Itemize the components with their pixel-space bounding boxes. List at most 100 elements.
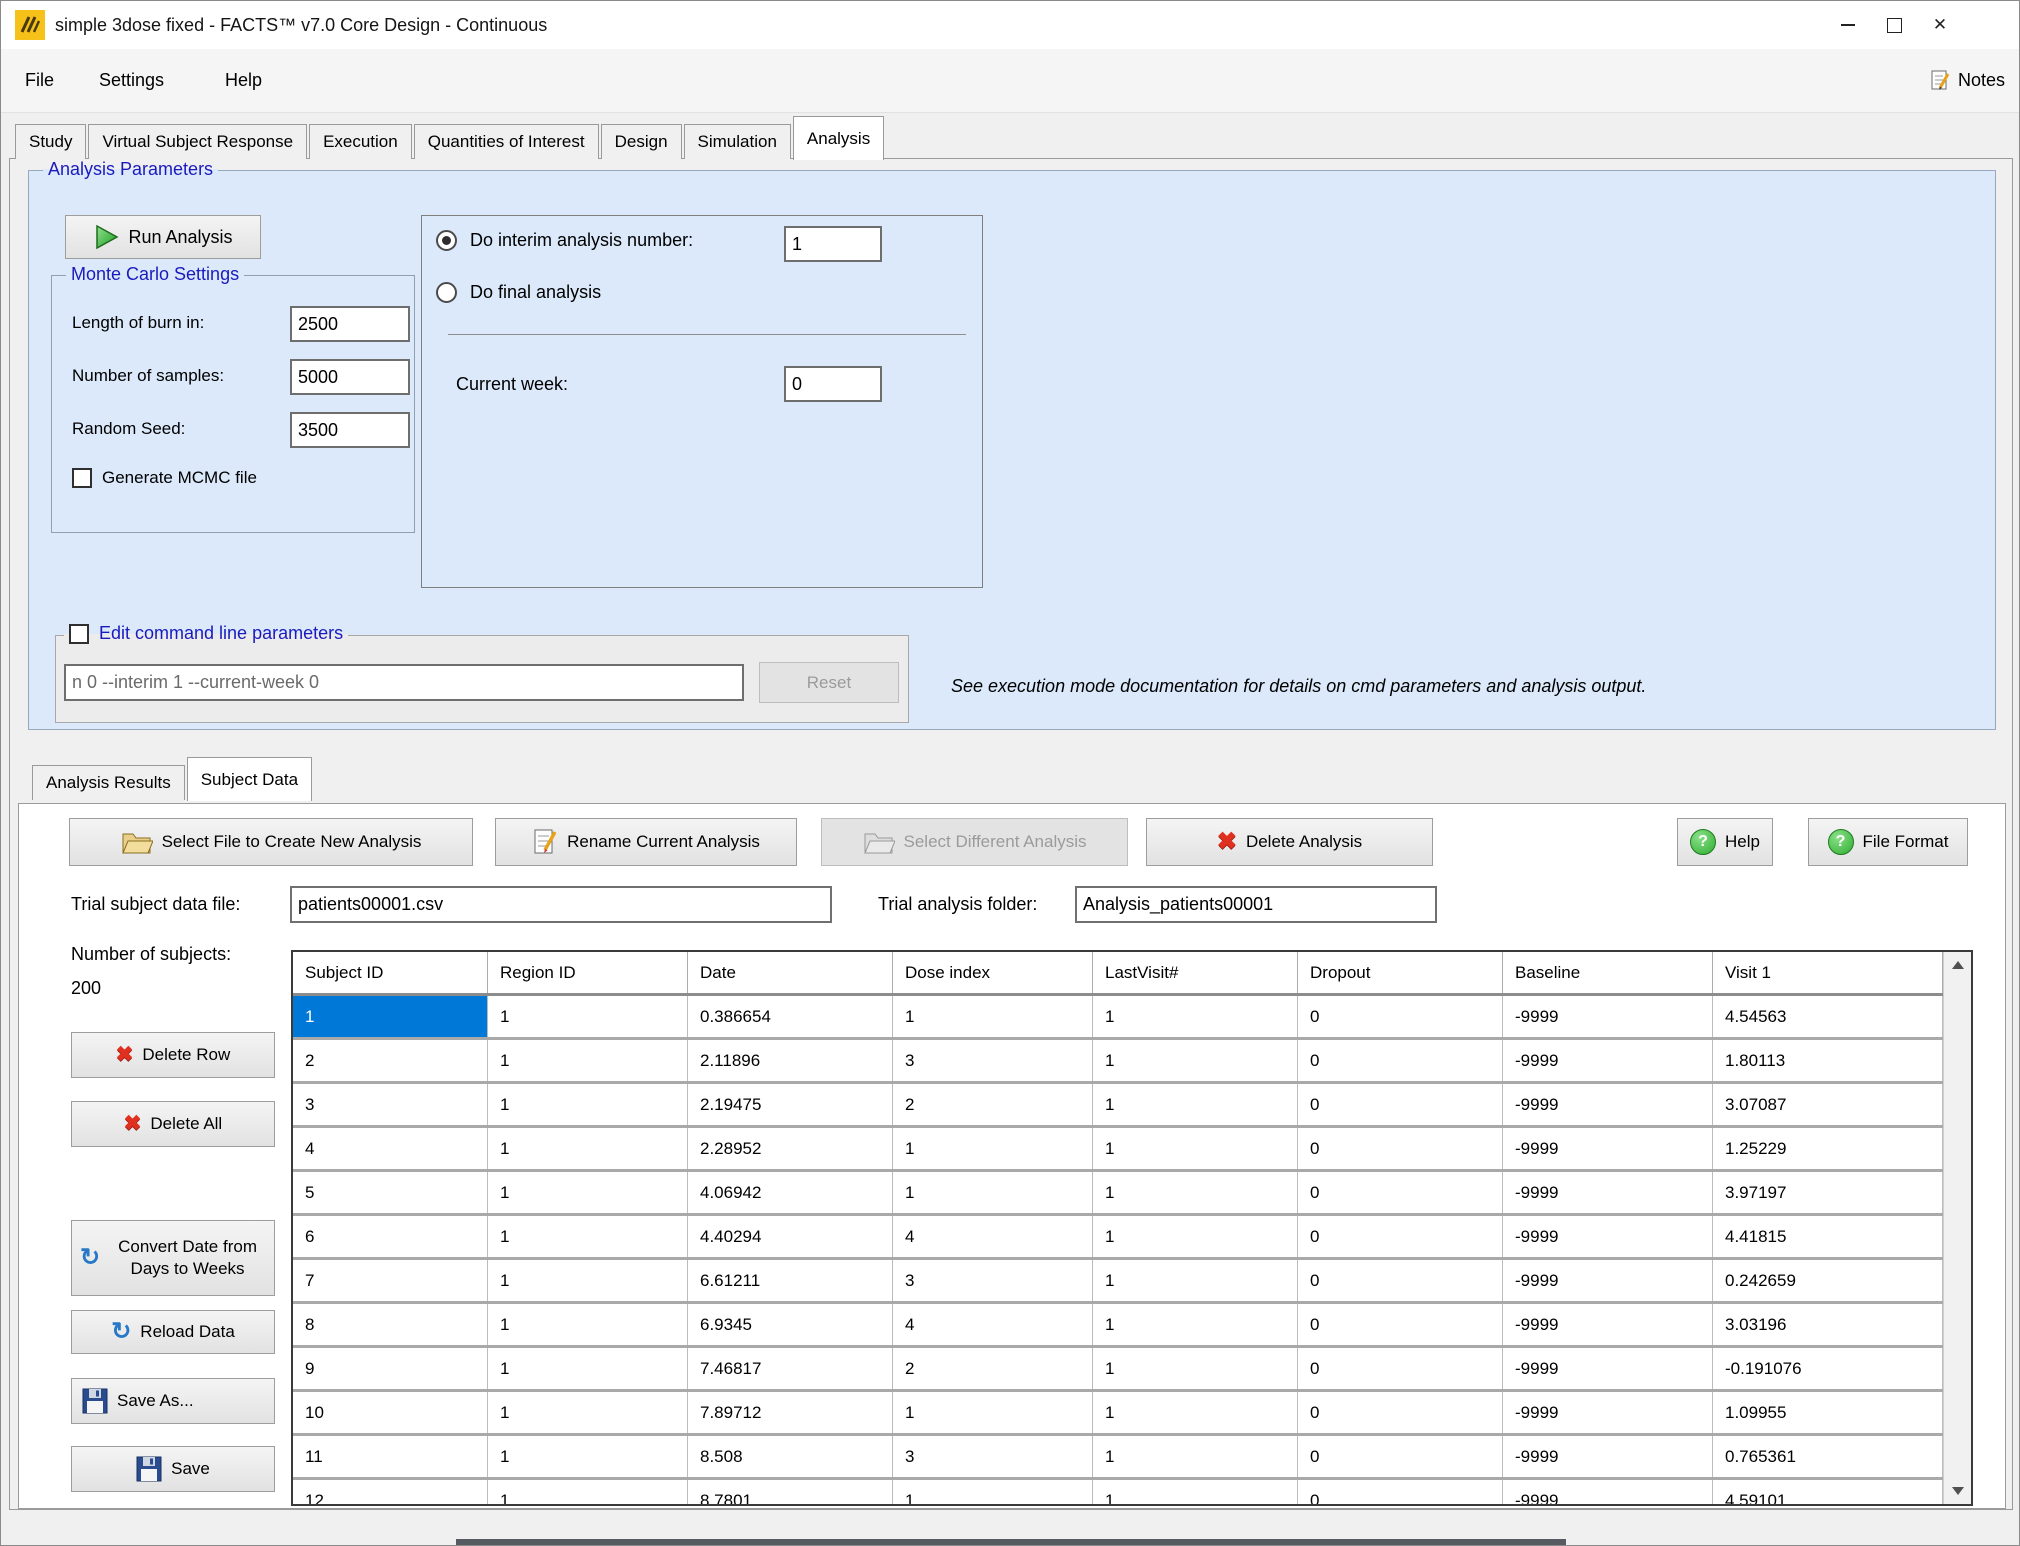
- final-analysis-radio[interactable]: [436, 282, 457, 303]
- table-cell[interactable]: 8: [293, 1304, 488, 1345]
- table-cell[interactable]: 1: [488, 1216, 688, 1257]
- convert-date-button[interactable]: ↻ Convert Date from Days to Weeks: [71, 1220, 275, 1296]
- maximize-button[interactable]: [1871, 1, 1917, 49]
- notes-button[interactable]: Notes: [1928, 61, 2005, 99]
- table-cell[interactable]: 2: [293, 1040, 488, 1081]
- table-cell[interactable]: -9999: [1503, 1260, 1713, 1301]
- select-file-button[interactable]: Select File to Create New Analysis: [69, 818, 473, 866]
- table-cell[interactable]: 1: [1093, 1128, 1298, 1169]
- run-analysis-button[interactable]: Run Analysis: [65, 215, 261, 259]
- table-cell[interactable]: 4: [893, 1304, 1093, 1345]
- table-cell[interactable]: -9999: [1503, 1348, 1713, 1389]
- table-cell[interactable]: 12: [293, 1480, 488, 1504]
- table-cell[interactable]: 3: [893, 1260, 1093, 1301]
- table-cell[interactable]: 7.46817: [688, 1348, 893, 1389]
- table-cell[interactable]: -9999: [1503, 1436, 1713, 1477]
- interim-analysis-radio[interactable]: [436, 230, 457, 251]
- table-cell[interactable]: -9999: [1503, 1128, 1713, 1169]
- table-cell[interactable]: 1.25229: [1713, 1128, 1943, 1169]
- reload-data-button[interactable]: ↻ Reload Data: [71, 1310, 275, 1354]
- table-cell[interactable]: 0: [1298, 1480, 1503, 1504]
- help-button[interactable]: ? Help: [1677, 818, 1773, 866]
- tab-quantities-of-interest[interactable]: Quantities of Interest: [414, 124, 599, 159]
- table-cell[interactable]: 1: [1093, 1480, 1298, 1504]
- table-cell[interactable]: 3: [293, 1084, 488, 1125]
- mc-field-input[interactable]: [290, 359, 410, 395]
- column-header[interactable]: Subject ID: [293, 952, 488, 993]
- table-cell[interactable]: 1: [1093, 1040, 1298, 1081]
- table-cell[interactable]: -9999: [1503, 1304, 1713, 1345]
- table-cell[interactable]: 4: [893, 1216, 1093, 1257]
- table-cell[interactable]: 1: [893, 1172, 1093, 1213]
- column-header[interactable]: LastVisit#: [1093, 952, 1298, 993]
- table-cell[interactable]: -9999: [1503, 1172, 1713, 1213]
- delete-all-button[interactable]: ✖ Delete All: [71, 1101, 275, 1147]
- table-cell[interactable]: 1: [293, 996, 488, 1037]
- table-cell[interactable]: 0: [1298, 1436, 1503, 1477]
- table-cell[interactable]: 6: [293, 1216, 488, 1257]
- close-button[interactable]: ✕: [1917, 1, 1963, 49]
- table-cell[interactable]: 1: [488, 1304, 688, 1345]
- table-cell[interactable]: 3: [893, 1040, 1093, 1081]
- table-cell[interactable]: 0: [1298, 1392, 1503, 1433]
- table-cell[interactable]: 8.7801: [688, 1480, 893, 1504]
- table-cell[interactable]: 1: [1093, 1392, 1298, 1433]
- table-cell[interactable]: 0: [1298, 1260, 1503, 1301]
- table-cell[interactable]: 5: [293, 1172, 488, 1213]
- table-cell[interactable]: 7: [293, 1260, 488, 1301]
- table-cell[interactable]: 2.28952: [688, 1128, 893, 1169]
- table-cell[interactable]: 1: [1093, 996, 1298, 1037]
- table-cell[interactable]: 11: [293, 1436, 488, 1477]
- tab-virtual-subject-response[interactable]: Virtual Subject Response: [88, 124, 307, 159]
- tab-subject-data[interactable]: Subject Data: [187, 757, 312, 801]
- table-cell[interactable]: -9999: [1503, 1480, 1713, 1504]
- table-cell[interactable]: 1: [488, 1392, 688, 1433]
- table-cell[interactable]: 1: [488, 1172, 688, 1213]
- table-cell[interactable]: 0: [1298, 1040, 1503, 1081]
- table-cell[interactable]: -9999: [1503, 1392, 1713, 1433]
- data-file-input[interactable]: [290, 886, 832, 923]
- table-cell[interactable]: 1: [1093, 1216, 1298, 1257]
- table-cell[interactable]: 1: [488, 1084, 688, 1125]
- table-cell[interactable]: 1: [1093, 1304, 1298, 1345]
- save-button[interactable]: Save: [71, 1446, 275, 1492]
- column-header[interactable]: Visit 1: [1713, 952, 1943, 993]
- tab-analysis[interactable]: Analysis: [793, 116, 884, 160]
- table-cell[interactable]: 4.41815: [1713, 1216, 1943, 1257]
- table-cell[interactable]: 3.03196: [1713, 1304, 1943, 1345]
- reset-button[interactable]: Reset: [759, 662, 899, 703]
- table-cell[interactable]: 1: [488, 1348, 688, 1389]
- table-cell[interactable]: 1: [893, 1128, 1093, 1169]
- table-cell[interactable]: 0.386654: [688, 996, 893, 1037]
- tab-design[interactable]: Design: [601, 124, 682, 159]
- table-cell[interactable]: 1: [488, 1040, 688, 1081]
- table-cell[interactable]: 1: [1093, 1260, 1298, 1301]
- table-cell[interactable]: 2: [893, 1084, 1093, 1125]
- table-cell[interactable]: 4: [293, 1128, 488, 1169]
- table-cell[interactable]: 1.80113: [1713, 1040, 1943, 1081]
- table-cell[interactable]: -9999: [1503, 1084, 1713, 1125]
- table-cell[interactable]: 2: [893, 1348, 1093, 1389]
- delete-row-button[interactable]: ✖ Delete Row: [71, 1032, 275, 1078]
- table-cell[interactable]: 1.09955: [1713, 1392, 1943, 1433]
- rename-analysis-button[interactable]: Rename Current Analysis: [495, 818, 797, 866]
- table-cell[interactable]: 6.9345: [688, 1304, 893, 1345]
- table-cell[interactable]: 3: [893, 1436, 1093, 1477]
- scroll-down-button[interactable]: [1944, 1478, 1972, 1504]
- table-cell[interactable]: -9999: [1503, 1216, 1713, 1257]
- scroll-up-button[interactable]: [1944, 952, 1972, 978]
- generate-mcmc-checkbox[interactable]: [72, 468, 92, 488]
- menu-settings[interactable]: Settings: [93, 61, 170, 99]
- delete-analysis-button[interactable]: ✖ Delete Analysis: [1146, 818, 1433, 866]
- column-header[interactable]: Dose index: [893, 952, 1093, 993]
- table-cell[interactable]: 4.06942: [688, 1172, 893, 1213]
- table-cell[interactable]: 1: [1093, 1348, 1298, 1389]
- table-cell[interactable]: 1: [488, 1128, 688, 1169]
- table-cell[interactable]: 0: [1298, 1216, 1503, 1257]
- minimize-button[interactable]: [1825, 1, 1871, 49]
- interim-number-input[interactable]: [784, 226, 882, 262]
- column-header[interactable]: Date: [688, 952, 893, 993]
- table-cell[interactable]: 0: [1298, 1128, 1503, 1169]
- table-cell[interactable]: 0: [1298, 996, 1503, 1037]
- table-cell[interactable]: 0: [1298, 1172, 1503, 1213]
